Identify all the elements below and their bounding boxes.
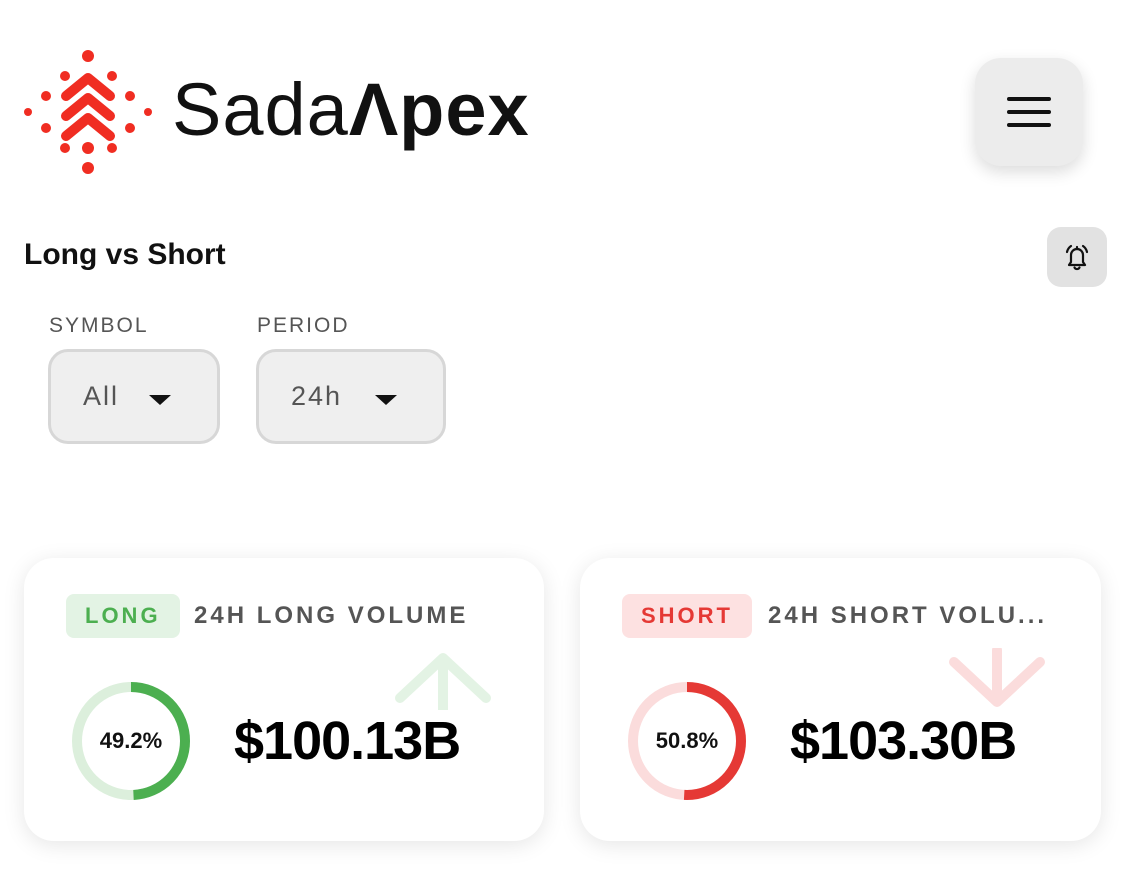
period-label: PERIOD bbox=[257, 314, 350, 337]
bell-alert-icon bbox=[1065, 244, 1089, 271]
page: SadaΛpex Long vs Short SYMBOL All PERIOD… bbox=[0, 0, 1125, 875]
long-percent: 49.2% bbox=[99, 728, 163, 753]
caret-down-icon bbox=[149, 395, 171, 405]
symbol-label: SYMBOL bbox=[49, 314, 149, 337]
short-badge: SHORT bbox=[622, 594, 752, 638]
menu-button[interactable] bbox=[975, 58, 1083, 166]
long-badge: LONG bbox=[66, 594, 180, 638]
hamburger-menu-icon bbox=[1007, 97, 1051, 127]
brand-name: SadaΛpex bbox=[172, 66, 530, 154]
long-volume-amount: $100.13B bbox=[234, 711, 461, 771]
brand-name-regular: Sada bbox=[172, 68, 349, 151]
long-card-title: 24H LONG VOLUME bbox=[194, 602, 469, 629]
symbol-select[interactable]: All bbox=[48, 349, 220, 444]
arrow-up-icon bbox=[395, 653, 491, 710]
period-select[interactable]: 24h bbox=[256, 349, 446, 444]
short-percent: 50.8% bbox=[655, 728, 719, 753]
section-title: Long vs Short bbox=[24, 238, 226, 271]
short-volume-amount: $103.30B bbox=[790, 711, 1017, 771]
alert-button[interactable] bbox=[1047, 227, 1107, 287]
symbol-select-value: All bbox=[83, 381, 120, 411]
arrow-down-icon bbox=[949, 648, 1045, 707]
caret-down-icon bbox=[375, 395, 397, 405]
short-volume-card: SHORT 24H SHORT VOLU... 50.8% $103.30B bbox=[580, 558, 1101, 841]
long-volume-card: LONG 24H LONG VOLUME 49.2% $100.13B bbox=[24, 558, 544, 841]
brand-name-bold: Λpex bbox=[348, 68, 530, 151]
period-select-value: 24h bbox=[291, 381, 343, 411]
short-card-title: 24H SHORT VOLU... bbox=[768, 602, 1048, 629]
logo-mark-icon bbox=[24, 50, 152, 174]
